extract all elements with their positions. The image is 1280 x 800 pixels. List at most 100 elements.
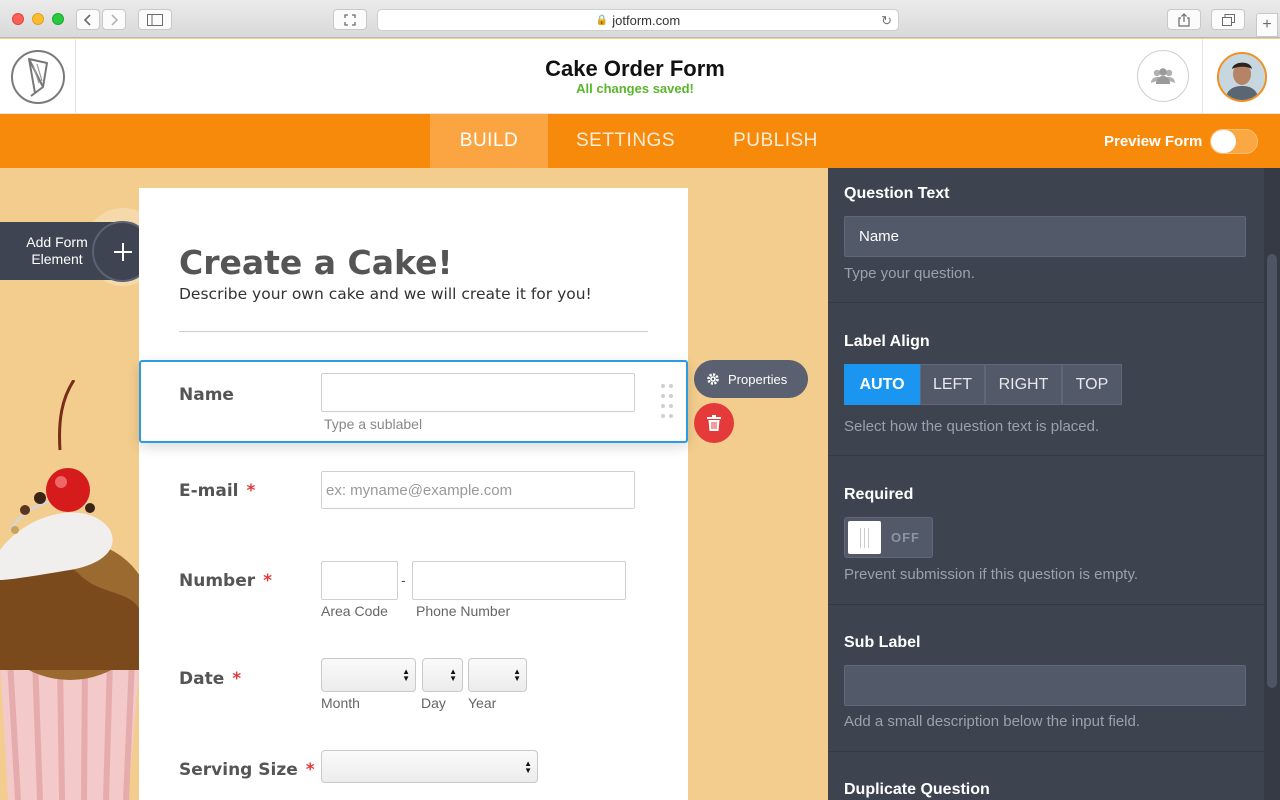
label-align-help: Select how the question text is placed. [844, 418, 1100, 435]
required-mark: * [232, 669, 242, 689]
url-text: jotform.com [612, 12, 681, 28]
required-title: Required [844, 486, 914, 503]
month-select[interactable]: ▲ ▼ [321, 658, 416, 692]
form-heading[interactable]: Create a Cake! [179, 243, 453, 282]
share-icon [1178, 12, 1190, 27]
tab-settings[interactable]: SETTINGS [548, 114, 703, 168]
align-auto-button[interactable]: AUTO [844, 364, 920, 405]
question-text-help: Type your question. [844, 265, 975, 282]
collaborators-button[interactable] [1137, 50, 1189, 102]
pencil-logo-icon [27, 57, 48, 97]
expand-icon [344, 13, 356, 26]
label-align-group: AUTO LEFT RIGHT TOP [844, 364, 1122, 405]
properties-panel: Question Text Name Type your question. L… [828, 168, 1280, 800]
required-mark: * [263, 571, 273, 591]
name-field-selected[interactable]: Name Type a sublabel [139, 360, 688, 443]
delete-field-button[interactable] [694, 403, 734, 443]
question-text-title: Question Text [844, 185, 950, 202]
toggle-knob [848, 521, 881, 554]
save-status: All changes saved! [576, 81, 694, 96]
app-header: Cake Order Form All changes saved! [0, 39, 1280, 114]
form-title[interactable]: Cake Order Form [440, 56, 830, 82]
toggle-knob [1211, 130, 1236, 153]
reload-icon[interactable]: ↻ [881, 13, 892, 29]
email-placeholder: ex: myname@example.com [326, 481, 513, 499]
year-sublabel: Year [468, 695, 497, 711]
align-right-button[interactable]: RIGHT [985, 364, 1062, 405]
sub-label-title: Sub Label [844, 634, 921, 651]
day-sublabel: Day [421, 695, 446, 711]
tab-build[interactable]: BUILD [430, 114, 548, 168]
phone-number-sublabel: Phone Number [416, 603, 511, 619]
tab-publish[interactable]: PUBLISH [703, 114, 848, 168]
avatar[interactable] [1216, 51, 1267, 102]
chevron-right-icon [111, 13, 118, 26]
duplicate-question-title[interactable]: Duplicate Question [844, 781, 990, 799]
preview-form-toggle[interactable] [1210, 129, 1258, 154]
jotform-logo[interactable] [0, 39, 76, 114]
lock-icon: 🔒 [595, 14, 609, 26]
select-arrows-icon: ▲ ▼ [402, 667, 410, 683]
required-help: Prevent submission if this question is e… [844, 566, 1139, 583]
properties-label: Properties [728, 371, 788, 387]
number-label[interactable]: Number * [179, 571, 272, 591]
tabs-icon [1221, 13, 1235, 26]
name-input[interactable] [321, 373, 635, 412]
required-mark: * [305, 760, 315, 780]
form-subheading[interactable]: Describe your own cake and we will creat… [179, 285, 592, 303]
panel-scrollbar[interactable] [1264, 168, 1280, 800]
serving-size-label[interactable]: Serving Size * [179, 760, 315, 780]
align-left-button[interactable]: LEFT [920, 364, 985, 405]
year-select[interactable]: ▲ ▼ [468, 658, 527, 692]
browser-toolbar: 🔒 jotform.com ↻ + [0, 0, 1280, 38]
trash-icon [707, 415, 721, 431]
new-tab-button[interactable]: + [1256, 13, 1278, 37]
area-code-sublabel: Area Code [321, 603, 388, 619]
add-form-element-label: Add Form Element [26, 234, 88, 267]
properties-button[interactable]: Properties [694, 360, 808, 398]
align-top-button[interactable]: TOP [1062, 364, 1122, 405]
question-text-input[interactable]: Name [844, 216, 1246, 257]
email-label[interactable]: E-mail * [179, 481, 255, 501]
users-icon [1151, 68, 1175, 84]
required-toggle[interactable]: OFF [844, 517, 933, 558]
area-code-input[interactable] [321, 561, 398, 600]
account-menu[interactable] [1202, 39, 1280, 114]
name-label[interactable]: Name [179, 385, 234, 405]
gear-icon [707, 373, 719, 385]
email-input[interactable]: ex: myname@example.com [321, 471, 635, 509]
address-bar[interactable]: 🔒 jotform.com ↻ [377, 9, 899, 31]
cupcake-illustration [0, 380, 140, 800]
required-mark: * [246, 481, 256, 501]
chevron-left-icon [84, 13, 91, 26]
day-select[interactable]: ▲ ▼ [422, 658, 463, 692]
select-arrows-icon: ▲ ▼ [513, 667, 521, 683]
share-button[interactable] [1167, 9, 1201, 30]
fullscreen-button[interactable] [333, 9, 367, 30]
scrollbar-thumb[interactable] [1267, 254, 1277, 688]
zoom-window-button[interactable] [52, 13, 64, 25]
builder-nav: BUILD SETTINGS PUBLISH Preview Form [0, 114, 1280, 168]
tabs-overview-button[interactable] [1211, 9, 1245, 30]
sidebar-toggle-button[interactable] [138, 9, 172, 30]
sub-label-help: Add a small description below the input … [844, 713, 1141, 730]
label-align-title: Label Align [844, 333, 930, 350]
forward-button[interactable] [102, 9, 126, 30]
month-sublabel: Month [321, 695, 360, 711]
plus-icon: + [1262, 16, 1272, 33]
phone-separator: - [401, 572, 406, 588]
heading-divider [179, 331, 648, 332]
name-sublabel[interactable]: Type a sublabel [324, 416, 422, 432]
date-label[interactable]: Date * [179, 669, 241, 689]
sub-label-input[interactable] [844, 665, 1246, 706]
preview-form-label: Preview Form [1104, 133, 1203, 150]
serving-size-select[interactable]: ▲ ▼ [321, 750, 538, 783]
drag-handle-icon[interactable] [661, 384, 675, 418]
close-window-button[interactable] [12, 13, 24, 25]
minimize-window-button[interactable] [32, 13, 44, 25]
form-card: Create a Cake! Describe your own cake an… [139, 188, 688, 800]
phone-number-input[interactable] [412, 561, 626, 600]
select-arrows-icon: ▲ ▼ [449, 667, 457, 683]
back-button[interactable] [76, 9, 100, 30]
sidebar-icon [147, 13, 163, 26]
